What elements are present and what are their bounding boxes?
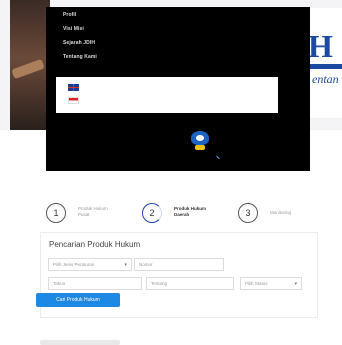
step-1-label[interactable]: Produk Hukum Pusat xyxy=(78,206,108,218)
status-value: Pilih Status xyxy=(245,281,268,286)
status-select[interactable]: Pilih Status ▾ xyxy=(240,277,302,290)
search-card-title: Pencarian Produk Hukum xyxy=(49,240,141,249)
nav-dropdown-menu: Profil Visi Misi Sejarah JDIH Tentang Ka… xyxy=(46,7,310,171)
decorative-mark xyxy=(216,155,220,160)
year-input[interactable]: Tahun xyxy=(48,277,142,290)
site-logo-script: entan xyxy=(312,72,339,86)
site-logo-letter: H xyxy=(308,28,333,64)
uk-flag-icon[interactable] xyxy=(68,84,79,91)
indonesia-flag-icon[interactable] xyxy=(68,97,79,104)
step-1-label-line2: Pusat xyxy=(78,212,90,217)
step-2-label[interactable]: Produk Hukum Daerah xyxy=(174,206,206,218)
logo-underline xyxy=(310,64,342,69)
search-button[interactable]: Cari Produk Hukum xyxy=(36,293,120,307)
step-1-circle[interactable]: 1 xyxy=(46,203,66,223)
menu-item-visi-misi[interactable]: Visi Misi xyxy=(63,26,84,32)
step-2-circle[interactable]: 2 xyxy=(142,203,162,223)
menu-item-profil[interactable]: Profil xyxy=(63,12,76,18)
number-input[interactable]: Nomor xyxy=(134,258,224,271)
emblem-ribbon xyxy=(195,145,205,150)
chevron-down-icon: ▾ xyxy=(294,281,297,287)
menu-item-sejarah[interactable]: Sejarah JDIH xyxy=(63,40,95,46)
regulation-type-select[interactable]: Pilih Jenis Peraturan ▾ xyxy=(48,258,132,271)
about-input[interactable]: Tentang xyxy=(146,277,234,290)
section-heading-placeholder xyxy=(40,340,120,345)
language-selector xyxy=(56,77,278,113)
regulation-type-value: Pilih Jenis Peraturan xyxy=(53,262,95,267)
step-3-circle[interactable]: 3 xyxy=(238,203,258,223)
menu-item-tentang-kami[interactable]: Tentang Kami xyxy=(63,54,97,60)
step-2-label-line2: Daerah xyxy=(174,212,190,217)
step-3-label[interactable]: Monitoring xyxy=(270,210,291,216)
emblem-center xyxy=(196,135,204,141)
chevron-down-icon: ▾ xyxy=(124,262,127,268)
regional-emblem-icon xyxy=(189,129,211,151)
